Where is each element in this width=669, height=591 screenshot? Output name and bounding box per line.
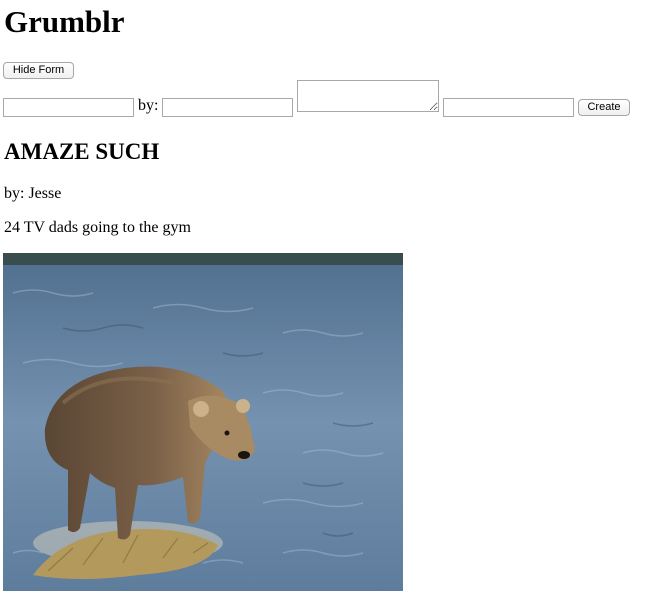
post-author: by: Jesse: [4, 185, 62, 202]
content-textarea[interactable]: [297, 80, 439, 112]
by-label: by:: [138, 97, 159, 114]
image-url-input[interactable]: [443, 98, 574, 117]
author-input[interactable]: [162, 98, 293, 117]
title-input[interactable]: [3, 98, 134, 117]
post-body: 24 TV dads going to the gym: [4, 219, 191, 236]
page-title: Grumblr: [4, 4, 125, 39]
hide-form-button[interactable]: Hide Form: [3, 62, 74, 79]
post-title: AMAZE SUCH: [4, 139, 160, 164]
create-button[interactable]: Create: [578, 99, 630, 116]
bear-in-river-image: [3, 253, 403, 591]
post-image: [3, 253, 403, 591]
